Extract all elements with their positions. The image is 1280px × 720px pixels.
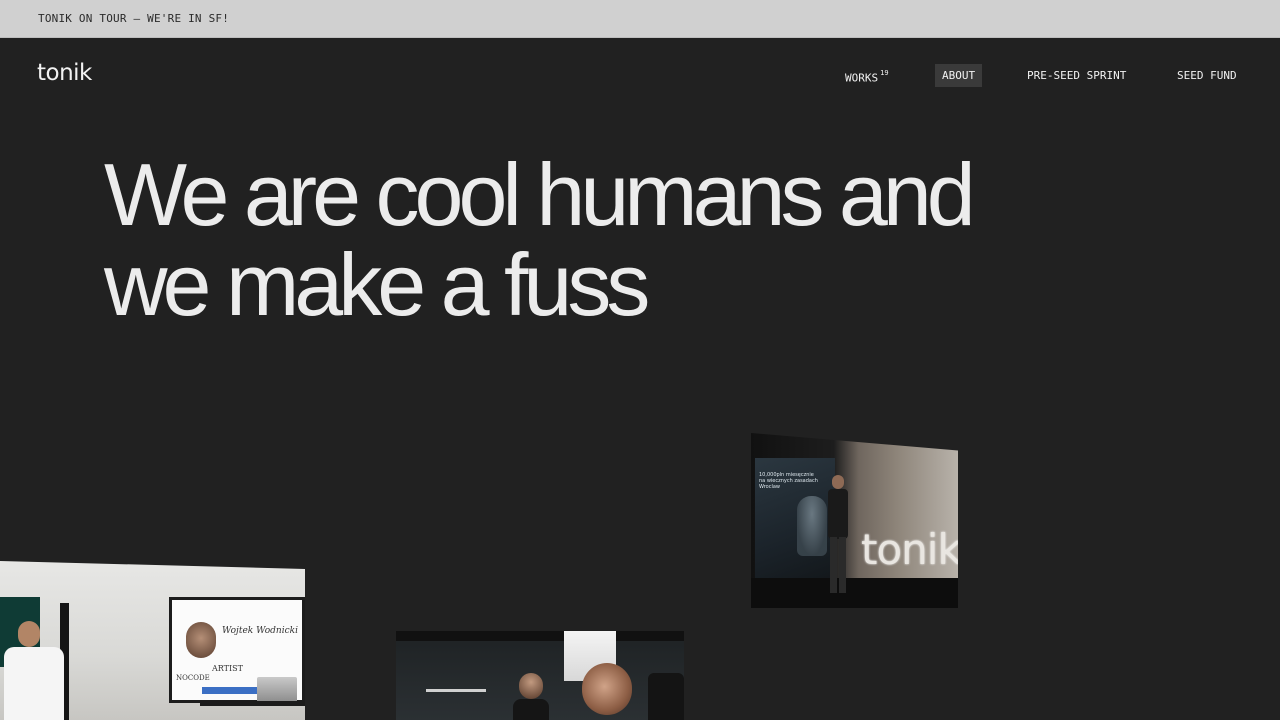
nav-item-works[interactable]: WORKS 19 <box>845 64 889 87</box>
nav-item-label: SEED FUND <box>1177 69 1237 82</box>
presenter-figure <box>2 621 66 720</box>
stage-speaker-photo: 10,000pln miesęcznie na wiecznych zasada… <box>751 433 958 608</box>
nav-item-label: ABOUT <box>942 69 976 82</box>
presenter-screen-tag: NOCODE <box>176 674 210 682</box>
nav-item-seed-fund[interactable]: SEED FUND <box>1177 64 1237 87</box>
desk <box>200 701 305 706</box>
nav-item-label: WORKS <box>845 71 879 85</box>
hero-headline: We are cool humans and we make a fuss <box>104 150 1054 330</box>
stage-speaker-figure <box>825 475 851 597</box>
announcement-text[interactable]: TONIK ON TOUR – WE'RE IN SF! <box>38 12 229 25</box>
team-member-figure <box>513 673 549 720</box>
announcement-bar[interactable]: TONIK ON TOUR – WE'RE IN SF! <box>0 0 1280 38</box>
presenter-screen-role: ARTIST <box>212 664 243 673</box>
laptop <box>257 677 297 703</box>
stage-screen-portrait <box>797 496 827 556</box>
stage-logo-letters: tonik <box>861 525 958 574</box>
logo[interactable]: tonik <box>37 60 92 86</box>
presenter-photo: Wojtek Wodnicki ARTIST NOCODE <box>0 561 305 720</box>
team-member-figure <box>572 663 644 720</box>
works-count-badge: 19 <box>880 69 889 77</box>
stage-screen-text: 10,000pln miesęcznie na wiecznych zasada… <box>759 472 818 490</box>
presenter-screen-name: Wojtek Wodnicki <box>222 626 298 636</box>
nav-item-label: PRE-SEED SPRINT <box>1027 69 1127 82</box>
stage-projection-screen: 10,000pln miesęcznie na wiecznych zasada… <box>755 458 835 586</box>
presenter-screen-portrait <box>186 622 216 658</box>
stage-floor <box>751 578 958 608</box>
team-photo <box>396 631 684 720</box>
team-monitor <box>426 689 486 692</box>
hero-line-1: We are cool humans and <box>104 145 976 244</box>
team-ceiling <box>396 631 684 641</box>
hero-line-2: we make a fuss <box>104 235 650 334</box>
office-chair <box>648 673 684 720</box>
nav-item-pre-seed-sprint[interactable]: PRE-SEED SPRINT <box>1027 64 1126 87</box>
nav-item-about[interactable]: ABOUT <box>935 64 983 87</box>
